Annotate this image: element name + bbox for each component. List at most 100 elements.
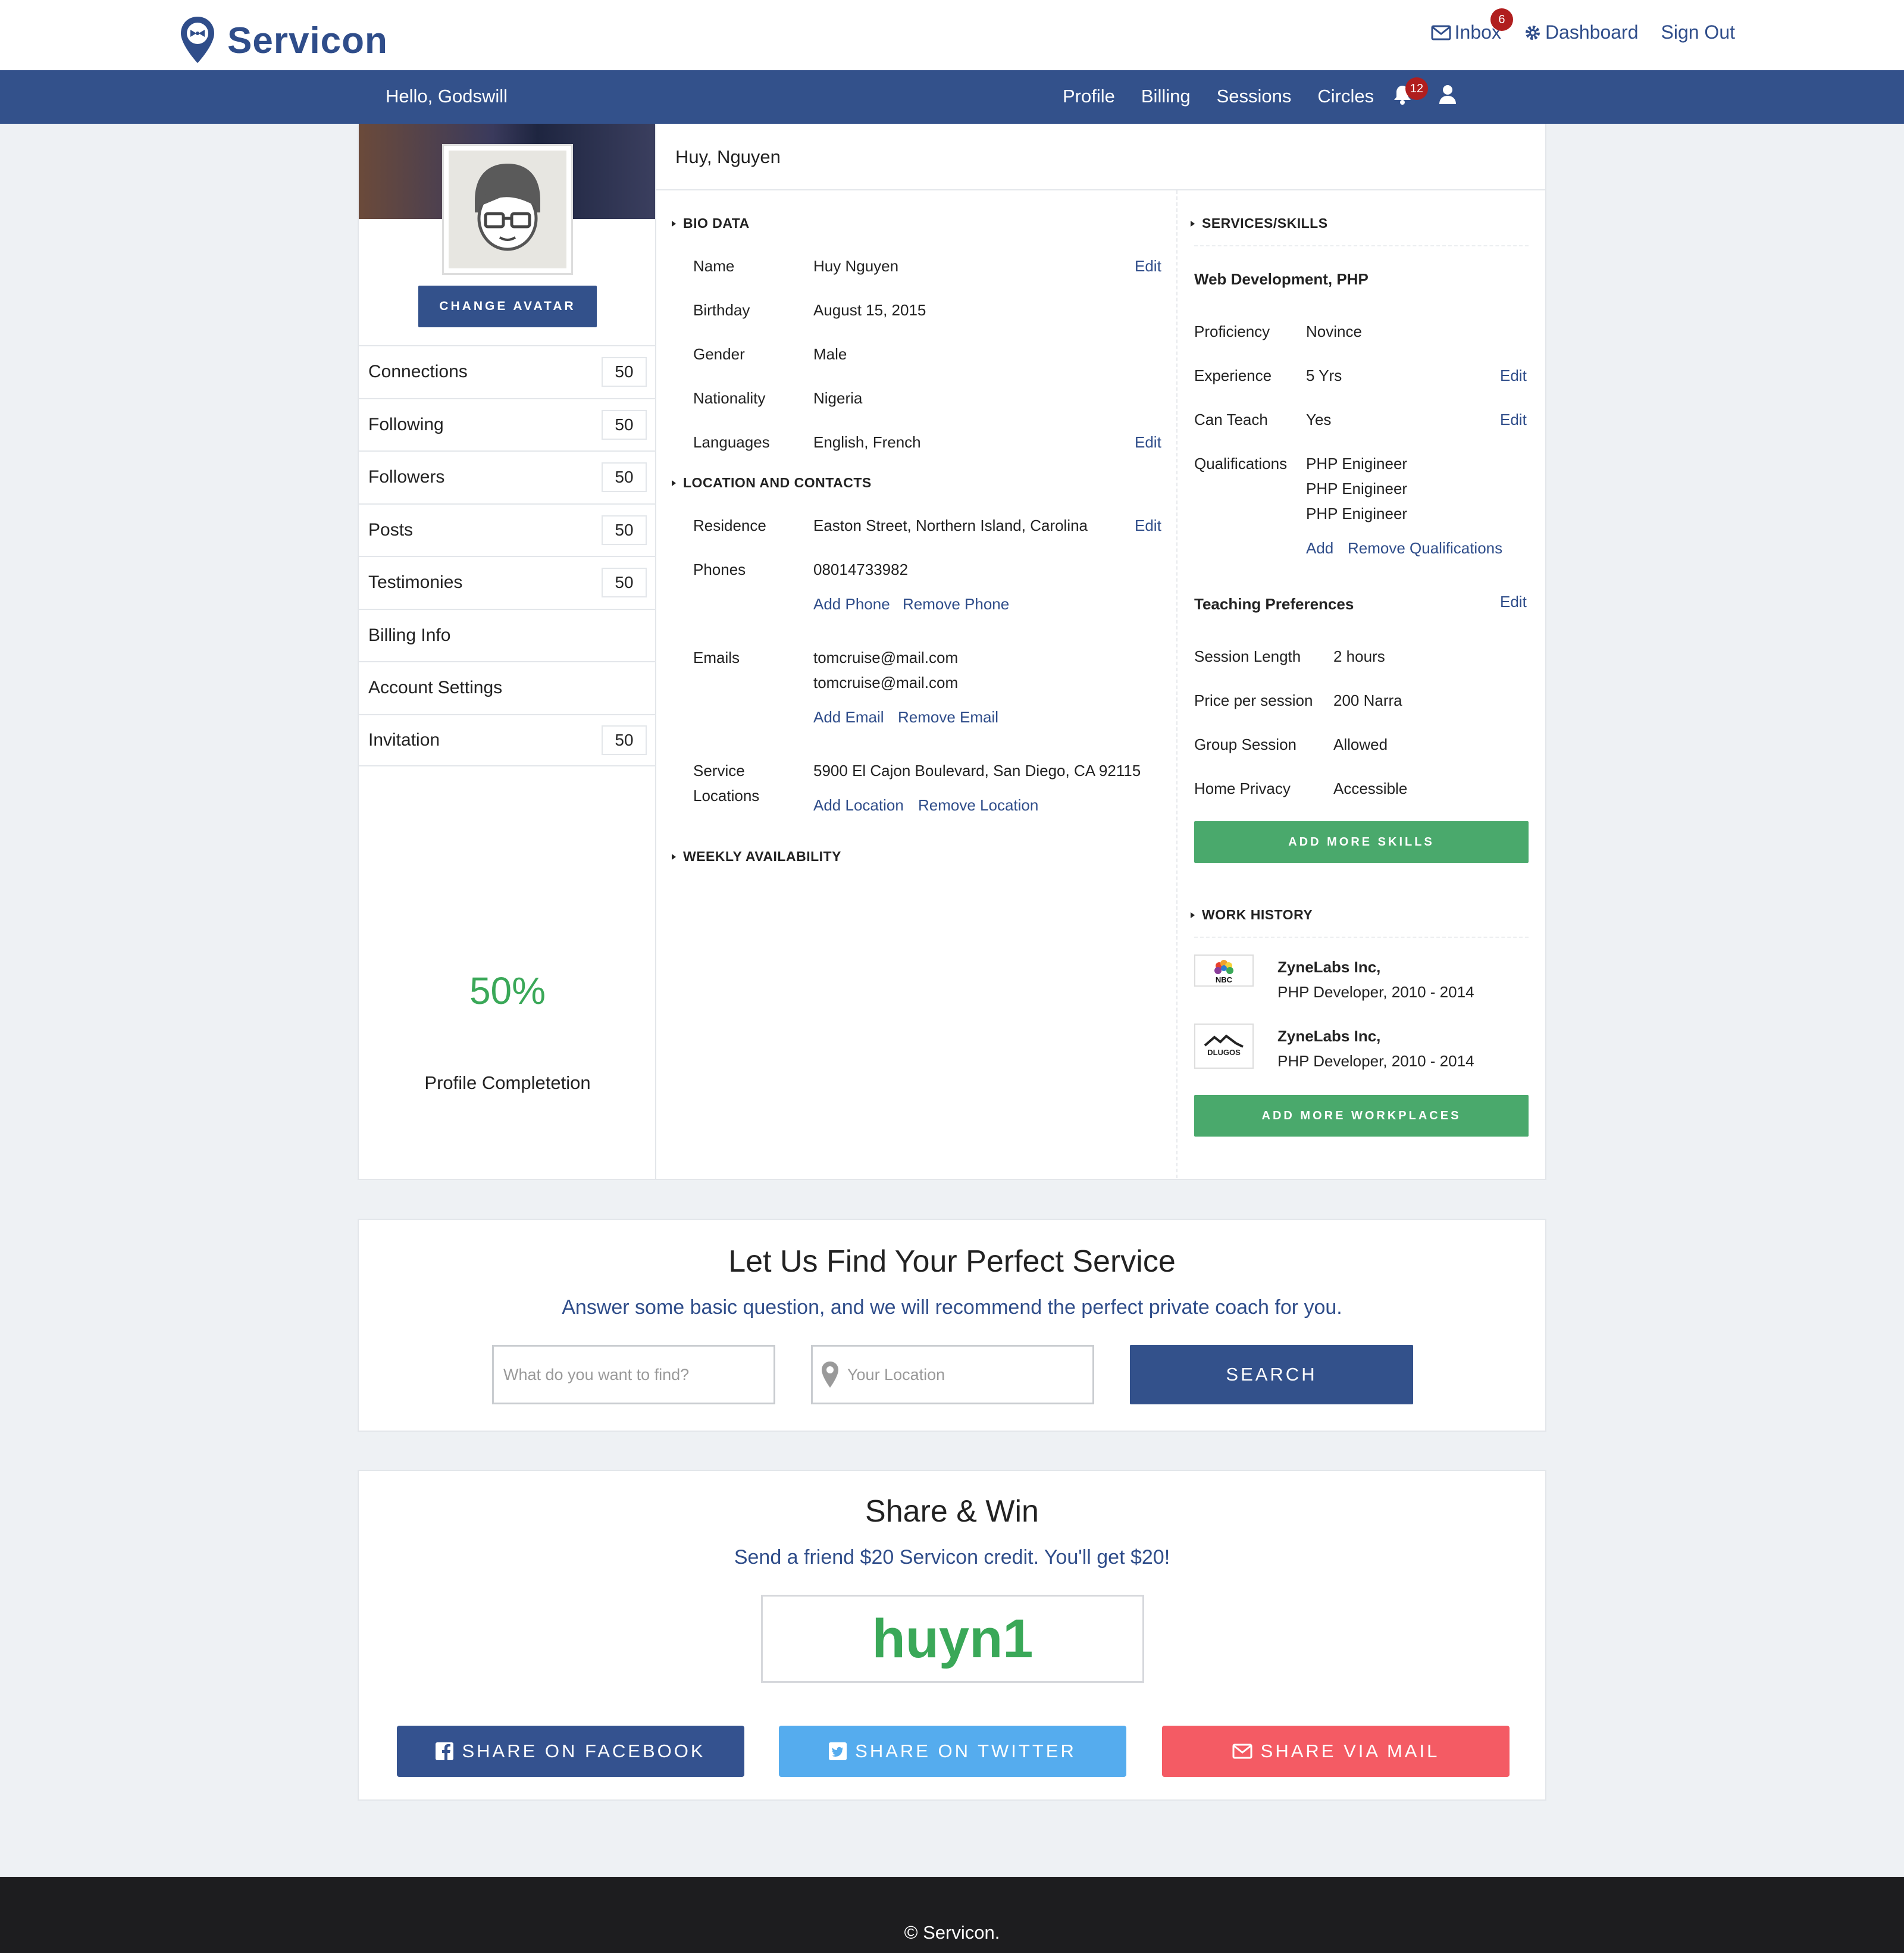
- qualification-item: PHP Enigineer: [1306, 505, 1408, 522]
- sidebar-item-account-settings[interactable]: Account Settings: [359, 661, 656, 714]
- add-phone-link[interactable]: Add Phone: [813, 595, 890, 614]
- count-badge: 50: [602, 568, 647, 598]
- find-title: Let Us Find Your Perfect Service: [728, 1244, 1176, 1279]
- section-services-skills[interactable]: SERVICES/SKILLS: [1191, 215, 1328, 231]
- peacock-logo-icon: NBC: [1214, 960, 1233, 984]
- bio-label: Languages: [693, 433, 770, 451]
- nav-profile[interactable]: Profile: [1063, 86, 1115, 107]
- main-nav: Hello, Godswill Profile Billing Sessions…: [0, 70, 1904, 124]
- find-subtitle: Answer some basic question, and we will …: [562, 1296, 1342, 1319]
- work-company: ZyneLabs Inc,: [1277, 958, 1381, 976]
- inbox-badge: 6: [1490, 8, 1513, 31]
- add-email-link[interactable]: Add Email: [813, 708, 884, 727]
- share-title: Share & Win: [865, 1494, 1039, 1529]
- edit-experience-link[interactable]: Edit: [1500, 367, 1527, 385]
- work-role: PHP Developer, 2010 - 2014: [1277, 1052, 1474, 1070]
- change-avatar-button[interactable]: CHANGE AVATAR: [418, 286, 597, 327]
- section-bio-data[interactable]: BIO DATA: [672, 215, 750, 231]
- count-badge: 50: [602, 515, 647, 545]
- skill-value: Yes: [1306, 411, 1332, 428]
- remove-email-link[interactable]: Remove Email: [898, 708, 998, 727]
- sidebar-item-label: Following: [368, 414, 444, 434]
- count-badge: 50: [602, 725, 647, 755]
- sidebar-item-label: Billing Info: [368, 625, 451, 645]
- email-value: tomcruise@mail.com: [813, 674, 959, 691]
- bio-value: English, French: [813, 433, 921, 451]
- sidebar-item-invitation[interactable]: Invitation 50: [359, 713, 656, 766]
- nav-circles[interactable]: Circles: [1317, 86, 1374, 107]
- nav-sessions[interactable]: Sessions: [1217, 86, 1292, 107]
- nav-billing[interactable]: Billing: [1141, 86, 1191, 107]
- add-more-workplaces-button[interactable]: ADD MORE WORKPLACES: [1194, 1095, 1529, 1137]
- brand-name: Servicon: [227, 20, 388, 61]
- edit-languages-link[interactable]: Edit: [1135, 433, 1161, 452]
- profile-completion-percent: 50%: [469, 969, 546, 1012]
- work-company: ZyneLabs Inc,: [1277, 1027, 1381, 1045]
- sign-out-link[interactable]: Sign Out: [1661, 21, 1735, 43]
- bio-label: Birthday: [693, 301, 750, 319]
- user-menu-button[interactable]: [1439, 84, 1457, 108]
- sidebar-item-followers[interactable]: Followers 50: [359, 450, 656, 503]
- count-badge: 50: [602, 357, 647, 387]
- phone-value: 08014733982: [813, 561, 909, 578]
- dashboard-link[interactable]: Dashboard: [1524, 21, 1639, 43]
- logo-text: DLUGOS: [1207, 1048, 1241, 1057]
- add-more-skills-button[interactable]: ADD MORE SKILLS: [1194, 821, 1529, 863]
- envelope-icon: [1431, 25, 1451, 40]
- teaching-value: 2 hours: [1333, 647, 1385, 665]
- sidebar-item-billing-info[interactable]: Billing Info: [359, 608, 656, 662]
- nav-links: Profile Billing Sessions Circles: [1063, 86, 1400, 107]
- divider: [1194, 937, 1529, 938]
- sidebar-item-testimonies[interactable]: Testimonies 50: [359, 556, 656, 609]
- add-location-link[interactable]: Add Location: [813, 796, 904, 815]
- edit-name-link[interactable]: Edit: [1135, 257, 1161, 276]
- bio-value: Nigeria: [813, 389, 863, 407]
- skill-label: Can Teach: [1194, 411, 1268, 428]
- section-weekly-availability[interactable]: WEEKLY AVAILABILITY: [672, 849, 841, 865]
- edit-residence-link[interactable]: Edit: [1135, 517, 1161, 535]
- location-input[interactable]: Your Location: [811, 1345, 1094, 1404]
- share-mail-button[interactable]: SHARE VIA MAIL: [1162, 1726, 1510, 1777]
- avatar-face-icon: [475, 164, 540, 251]
- remove-phone-link[interactable]: Remove Phone: [903, 595, 1009, 614]
- teaching-preferences-title: Teaching Preferences: [1194, 595, 1354, 613]
- edit-teaching-link[interactable]: Edit: [1500, 593, 1527, 611]
- share-facebook-label: SHARE ON FACEBOOK: [462, 1741, 706, 1761]
- section-work-history[interactable]: WORK HISTORY: [1191, 907, 1313, 923]
- dashboard-label: Dashboard: [1545, 21, 1639, 43]
- sidebar-item-label: Account Settings: [368, 678, 503, 698]
- teaching-label: Home Privacy: [1194, 780, 1291, 797]
- notifications-button[interactable]: 12: [1392, 77, 1428, 109]
- emails-label: Emails: [693, 649, 740, 666]
- profile-details: Huy, Nguyen BIO DATA Name Huy Nguyen Edi…: [655, 124, 1546, 1180]
- remove-location-link[interactable]: Remove Location: [918, 796, 1038, 815]
- service-locations-label: Locations: [693, 787, 760, 805]
- logo-text: NBC: [1216, 975, 1233, 984]
- service-search-input[interactable]: What do you want to find?: [492, 1345, 775, 1404]
- sidebar-item-following[interactable]: Following 50: [359, 398, 656, 451]
- bio-value: August 15, 2015: [813, 301, 926, 319]
- copyright-text: © Servicon.: [904, 1922, 1000, 1943]
- remove-qualifications-link[interactable]: Remove Qualifications: [1348, 539, 1502, 558]
- count-badge: 50: [602, 462, 647, 493]
- section-location-contacts[interactable]: LOCATION AND CONTACTS: [672, 475, 872, 491]
- sidebar-item-connections[interactable]: Connections 50: [359, 345, 656, 398]
- add-qualification-link[interactable]: Add: [1306, 539, 1333, 558]
- share-twitter-label: SHARE ON TWITTER: [855, 1741, 1076, 1761]
- sidebar-item-posts[interactable]: Posts 50: [359, 503, 656, 556]
- edit-can-teach-link[interactable]: Edit: [1500, 411, 1527, 429]
- teaching-value: Allowed: [1333, 735, 1388, 753]
- referral-code[interactable]: huyn1: [761, 1595, 1144, 1683]
- house-logo-icon: DLUGOS: [1204, 1034, 1244, 1057]
- divider: [1194, 245, 1529, 246]
- service-location-value: 5900 El Cajon Boulevard, San Diego, CA 9…: [813, 762, 1141, 780]
- search-button[interactable]: SEARCH: [1130, 1345, 1413, 1404]
- share-twitter-button[interactable]: SHARE ON TWITTER: [779, 1726, 1126, 1777]
- inbox-link[interactable]: Inbox 6: [1431, 8, 1513, 43]
- qualification-item: PHP Enigineer: [1306, 455, 1408, 472]
- skill-value: Novince: [1306, 323, 1362, 340]
- skill-value: 5 Yrs: [1306, 367, 1342, 384]
- brand-logo[interactable]: Servicon: [178, 15, 388, 65]
- share-facebook-button[interactable]: SHARE ON FACEBOOK: [397, 1726, 744, 1777]
- profile-heading: Huy, Nguyen: [656, 124, 1546, 190]
